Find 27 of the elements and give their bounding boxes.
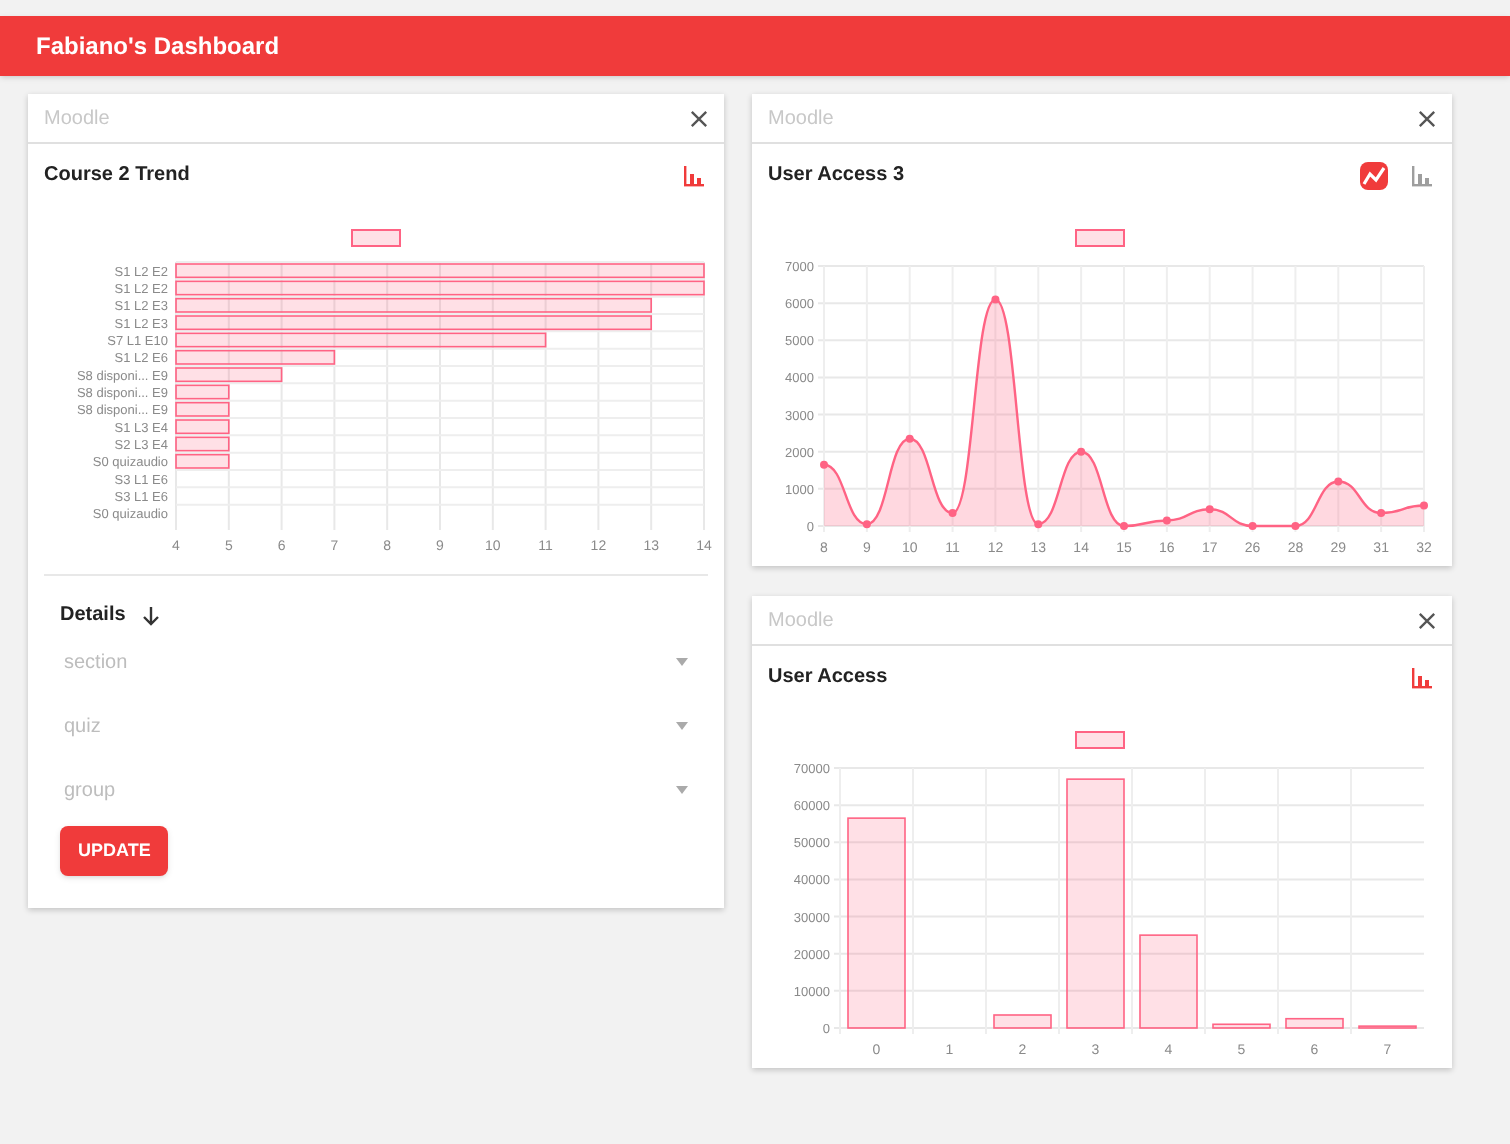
bar-chart-toggle[interactable] — [680, 161, 708, 189]
dropdown-caret-icon — [676, 786, 688, 794]
select-field[interactable]: quiz — [60, 702, 692, 750]
select-field[interactable]: section — [60, 638, 692, 686]
update-button[interactable]: UPDATE — [60, 826, 169, 876]
bar — [1212, 1023, 1271, 1029]
dropdown-caret-icon — [676, 722, 688, 730]
bar — [993, 1014, 1052, 1029]
legend-swatch[interactable] — [1075, 731, 1125, 749]
line-chart-toggle[interactable] — [1360, 161, 1388, 189]
close-icon[interactable] — [690, 109, 708, 127]
bar — [1139, 934, 1198, 1029]
dropdown-caret-icon — [676, 658, 688, 666]
bar-chart-toggle[interactable] — [1408, 161, 1436, 189]
details-label: Details — [60, 602, 126, 630]
legend-swatch[interactable] — [1075, 229, 1125, 247]
widget-title: User Access — [768, 664, 888, 692]
close-icon[interactable] — [1418, 109, 1436, 127]
widget-title: Course 2 Trend — [44, 162, 190, 190]
widget-title: User Access 3 — [768, 162, 905, 190]
select-field[interactable]: group — [60, 766, 692, 814]
app-title: Fabiano's Dashboard — [36, 30, 280, 64]
bar-chart-toggle[interactable] — [1408, 663, 1436, 691]
bar — [1285, 1017, 1344, 1029]
close-icon[interactable] — [1418, 611, 1436, 629]
arrow-down-icon[interactable] — [141, 605, 160, 625]
legend-swatch[interactable] — [351, 229, 401, 247]
